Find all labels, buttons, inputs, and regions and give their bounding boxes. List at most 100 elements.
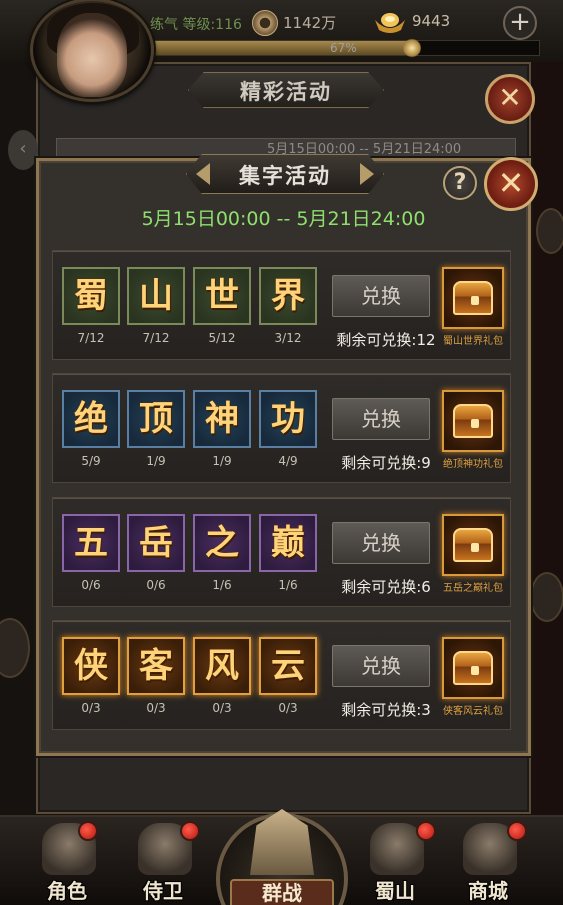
nav-shushan[interactable]: 蜀山 xyxy=(350,817,440,905)
treasure-chest-icon xyxy=(453,404,493,438)
gold-ingot-icon xyxy=(375,13,405,33)
character-count: 0/3 xyxy=(278,701,298,715)
nav-role-label: 角色 xyxy=(47,879,87,903)
notification-dot xyxy=(416,821,436,841)
character-count: 0/3 xyxy=(146,701,166,715)
character-card[interactable]: 客 xyxy=(127,637,185,695)
remaining-exchanges: 剩余可兑换:12 xyxy=(336,331,436,349)
treasure-chest-icon xyxy=(453,651,493,685)
character-count: 1/6 xyxy=(212,578,232,592)
character-count: 0/3 xyxy=(81,701,101,715)
gold-amount: 9443 xyxy=(412,12,451,30)
experience-percent: 67% xyxy=(330,41,357,55)
character-card[interactable]: 云 xyxy=(259,637,317,695)
experience-bar-cap xyxy=(403,38,421,58)
character-glyph: 世 xyxy=(205,276,239,316)
character-glyph: 岳 xyxy=(139,523,173,563)
nav-guard-label: 侍卫 xyxy=(143,879,183,903)
character-card[interactable]: 世 xyxy=(193,267,251,325)
panel-title: 集字活动 xyxy=(239,164,331,188)
chest-lock-icon xyxy=(471,419,479,428)
exchange-button[interactable]: 兑换 xyxy=(332,522,430,564)
nav-shop[interactable]: 商城 xyxy=(443,817,533,905)
character-count: 3/12 xyxy=(274,331,302,345)
avatar[interactable] xyxy=(30,0,154,102)
left-arrow-icon[interactable]: ‹ xyxy=(8,130,38,170)
character-count: 0/3 xyxy=(212,701,232,715)
nav-shushan-label: 蜀山 xyxy=(375,879,415,903)
character-glyph: 云 xyxy=(271,646,305,686)
character-card[interactable]: 山 xyxy=(127,267,185,325)
exchange-row: 蜀 7/12 山 7/12 世 5/12 界 3/12 兑换 剩余可兑换:12 蜀山世界礼包 xyxy=(52,250,511,360)
character-count: 7/12 xyxy=(77,331,105,345)
gift-pack-slot[interactable] xyxy=(442,514,504,576)
character-card[interactable]: 界 xyxy=(259,267,317,325)
exchange-button[interactable]: 兑换 xyxy=(332,275,430,317)
character-card[interactable]: 神 xyxy=(193,390,251,448)
character-count: 5/12 xyxy=(208,331,236,345)
notification-dot xyxy=(507,821,527,841)
nav-role[interactable]: 角色 xyxy=(22,817,112,905)
character-card[interactable]: 功 xyxy=(259,390,317,448)
activities-title: 精彩活动 xyxy=(240,80,332,104)
level-text: 练气 等级:116 xyxy=(150,17,242,33)
character-card[interactable]: 巅 xyxy=(259,514,317,572)
character-card[interactable]: 顶 xyxy=(127,390,185,448)
chest-lock-icon xyxy=(471,543,479,552)
bottom-nav: 角色 侍卫 群战 蜀山 商城 xyxy=(0,809,563,905)
character-card[interactable]: 侠 xyxy=(62,637,120,695)
character-card[interactable]: 之 xyxy=(193,514,251,572)
remaining-exchanges: 剩余可兑换:3 xyxy=(341,701,431,719)
exchange-row: 五 0/6 岳 0/6 之 1/6 巅 1/6 兑换 剩余可兑换:6 五岳之巅礼包 xyxy=(52,497,511,607)
experience-fill xyxy=(153,41,412,55)
character-glyph: 风 xyxy=(205,646,239,686)
exchange-button[interactable]: 兑换 xyxy=(332,645,430,687)
close-button[interactable]: ✕ xyxy=(484,157,538,211)
left-background xyxy=(0,62,36,822)
character-count: 1/9 xyxy=(146,454,166,468)
character-glyph: 之 xyxy=(205,523,239,563)
nav-battle-label: 群战 xyxy=(262,881,302,905)
gift-pack-slot[interactable] xyxy=(442,390,504,452)
notification-dot xyxy=(180,821,200,841)
nav-shop-label: 商城 xyxy=(468,879,508,903)
activities-close-button[interactable]: ✕ xyxy=(485,74,535,124)
exchange-button[interactable]: 兑换 xyxy=(332,398,430,440)
exchange-row: 侠 0/3 客 0/3 风 0/3 云 0/3 兑换 剩余可兑换:3 侠客风云礼包 xyxy=(52,620,511,730)
side-decoration xyxy=(530,572,563,622)
character-card[interactable]: 蜀 xyxy=(62,267,120,325)
character-count: 1/6 xyxy=(278,578,298,592)
gift-pack-name: 蜀山世界礼包 xyxy=(443,336,503,347)
nav-battle[interactable]: 群战 xyxy=(212,803,352,905)
character-glyph: 界 xyxy=(271,276,305,316)
copper-coin-icon xyxy=(252,10,278,36)
gift-pack-name: 绝顶神功礼包 xyxy=(443,459,503,470)
remaining-exchanges: 剩余可兑换:6 xyxy=(341,578,431,596)
chest-lock-icon xyxy=(471,296,479,305)
character-glyph: 功 xyxy=(271,399,305,439)
character-count: 0/6 xyxy=(81,578,101,592)
event-date-range: 5月15日00:00 -- 5月21日24:00 xyxy=(141,208,426,230)
character-card[interactable]: 五 xyxy=(62,514,120,572)
gift-pack-slot[interactable] xyxy=(442,637,504,699)
side-decoration xyxy=(536,208,563,254)
character-card[interactable]: 岳 xyxy=(127,514,185,572)
character-count: 4/9 xyxy=(278,454,298,468)
nav-guard[interactable]: 侍卫 xyxy=(118,817,208,905)
chest-lock-icon xyxy=(471,666,479,675)
character-card[interactable]: 风 xyxy=(193,637,251,695)
recharge-plus-button[interactable]: + xyxy=(503,6,537,40)
character-glyph: 神 xyxy=(205,399,239,439)
character-glyph: 五 xyxy=(74,523,108,563)
character-glyph: 山 xyxy=(139,276,173,316)
help-button[interactable]: ? xyxy=(443,166,477,200)
notification-dot xyxy=(78,821,98,841)
remaining-exchanges: 剩余可兑换:9 xyxy=(341,454,431,472)
treasure-chest-icon xyxy=(453,281,493,315)
avatar-face xyxy=(57,13,127,97)
character-count: 5/9 xyxy=(81,454,101,468)
character-glyph: 巅 xyxy=(271,523,305,563)
character-card[interactable]: 绝 xyxy=(62,390,120,448)
gift-pack-slot[interactable] xyxy=(442,267,504,329)
treasure-chest-icon xyxy=(453,528,493,562)
